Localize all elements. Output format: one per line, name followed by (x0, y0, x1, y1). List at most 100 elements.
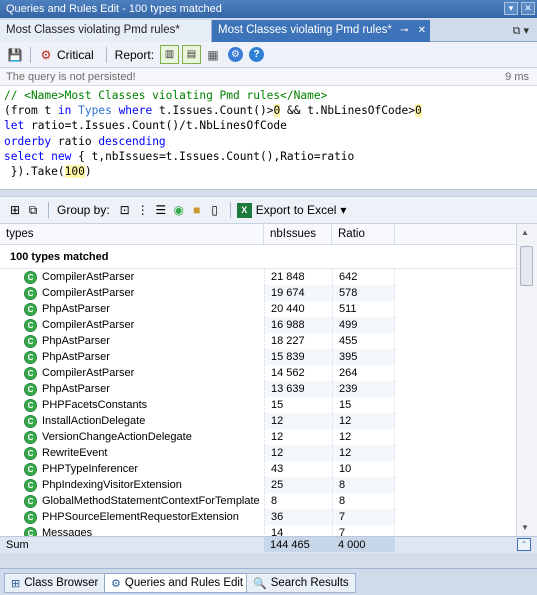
table-row[interactable]: C PhpAstParser 20 440 511 (0, 301, 516, 317)
scroll-up-icon[interactable]: ▲ (521, 228, 529, 237)
table-row[interactable]: C InstallActionDelegate 12 12 (0, 413, 516, 429)
type-name: PhpAstParser (42, 303, 110, 315)
rule-settings-icon[interactable]: ⚙ (228, 47, 244, 62)
ratio-cell: 12 (332, 445, 395, 461)
pin-icon[interactable]: ⊸ (400, 25, 408, 36)
scroll-thumb[interactable] (520, 246, 533, 286)
group-folder-icon[interactable]: ■ (188, 201, 206, 219)
type-name: CompilerAstParser (42, 271, 135, 283)
table-row[interactable]: C CompilerAstParser 21 848 642 (0, 269, 516, 285)
class-icon: C (24, 270, 37, 284)
ratio-cell: 10 (332, 461, 395, 477)
collapse-up-icon[interactable]: ⌃ (517, 538, 531, 551)
results-grid: types nbIssues Ratio 100 types matched C… (0, 224, 516, 536)
table-row[interactable]: C CompilerAstParser 19 674 578 (0, 285, 516, 301)
report-settings-icon[interactable]: ▦ (204, 46, 222, 64)
persist-warning: The query is not persisted! (6, 71, 136, 83)
tab-class-browser[interactable]: ⊞ Class Browser (4, 573, 106, 593)
tab-list-menu-icon[interactable]: ⧉ ▾ (513, 24, 529, 38)
class-icon: C (24, 430, 37, 444)
ratio-cell: 511 (332, 301, 395, 317)
tab-search-results[interactable]: 🔍 Search Results (246, 573, 356, 593)
scroll-down-icon[interactable]: ▼ (521, 523, 529, 532)
table-row[interactable]: C Messages 14 7 (0, 525, 516, 536)
table-row[interactable]: C VersionChangeActionDelegate 12 12 (0, 429, 516, 445)
group-type-icon[interactable]: ☰ (152, 201, 170, 219)
nbissues-cell: 43 (264, 461, 332, 477)
table-row[interactable]: C CompilerAstParser 16 988 499 (0, 317, 516, 333)
nbissues-cell: 36 (264, 509, 332, 525)
save-icon[interactable]: 💾 (6, 46, 24, 64)
tab-query-active[interactable]: Most Classes violating Pmd rules* ⊸ ✕ (212, 20, 430, 42)
toolbar-separator (30, 46, 31, 63)
class-browser-icon: ⊞ (11, 577, 21, 590)
type-name: GlobalMethodStatementContextForTemplate (42, 495, 260, 507)
table-row[interactable]: C PHPSourceElementRequestorExtension 36 7 (0, 509, 516, 525)
class-icon: C (24, 350, 37, 364)
nbissues-cell: 13 639 (264, 381, 332, 397)
type-cell: C CompilerAstParser (22, 269, 264, 285)
type-name: PhpAstParser (42, 335, 110, 347)
type-cell: C CompilerAstParser (22, 365, 264, 381)
gear-icon: ⚙ (111, 577, 121, 590)
critical-label[interactable]: Critical (57, 48, 94, 62)
report-chart-icon[interactable]: ▥ (160, 45, 180, 64)
type-name: CompilerAstParser (42, 319, 135, 331)
column-header-nbissues[interactable]: nbIssues (264, 224, 332, 245)
type-cell: C InstallActionDelegate (22, 413, 264, 429)
group-file-icon[interactable]: ▯ (206, 201, 224, 219)
group-namespace-icon[interactable]: ⋮ (134, 201, 152, 219)
table-row[interactable]: C GlobalMethodStatementContextForTemplate… (0, 493, 516, 509)
expand-all-icon[interactable]: ⊞ (6, 201, 24, 219)
table-row[interactable]: C PhpAstParser 15 839 395 (0, 349, 516, 365)
ratio-cell: 15 (332, 397, 395, 413)
bottom-tabstrip: ⊞ Class Browser ⚙ Queries and Rules Edit… (0, 568, 537, 595)
window-controls: ▾ ✕ (504, 2, 535, 15)
results-toolbar: ⊞ ⧉ Group by: ⊡ ⋮ ☰ ◉ ■ ▯ X Export to Ex… (0, 196, 537, 224)
type-cell: C PhpIndexingVisitorExtension (22, 477, 264, 493)
toolbar-separator (229, 202, 231, 218)
dropdown-icon[interactable]: ▾ (504, 2, 518, 15)
tab-label: Most Classes violating Pmd rules* (6, 24, 180, 36)
nbissues-cell: 19 674 (264, 285, 332, 301)
tab-query-inactive[interactable]: Most Classes violating Pmd rules* (0, 20, 212, 42)
table-row[interactable]: C PHPFacetsConstants 15 15 (0, 397, 516, 413)
window-title: Queries and Rules Edit - 100 types match… (6, 3, 222, 15)
table-row[interactable]: C RewriteEvent 12 12 (0, 445, 516, 461)
nbissues-cell: 20 440 (264, 301, 332, 317)
nbissues-cell: 8 (264, 493, 332, 509)
collapse-all-icon[interactable]: ⧉ (24, 201, 42, 219)
class-icon: C (24, 302, 37, 316)
type-cell: C VersionChangeActionDelegate (22, 429, 264, 445)
class-icon: C (24, 462, 37, 476)
window-titlebar: Queries and Rules Edit - 100 types match… (0, 0, 537, 18)
query-editor[interactable]: // <Name>Most Classes violating Pmd rule… (0, 86, 537, 190)
close-icon[interactable]: ✕ (521, 2, 535, 15)
critical-rule-icon[interactable]: ⚙ (37, 46, 55, 64)
export-excel-button[interactable]: X Export to Excel ▾ (236, 202, 346, 218)
table-row[interactable]: C CompilerAstParser 14 562 264 (0, 365, 516, 381)
sum-nbissues: 144 465 (264, 537, 332, 552)
ratio-cell: 264 (332, 365, 395, 381)
type-name: PHPTypeInferencer (42, 463, 138, 475)
help-icon[interactable]: ? (249, 47, 265, 62)
results-scrollbar[interactable]: ▲ ▼ (516, 224, 537, 536)
tab-queries-rules-edit[interactable]: ⚙ Queries and Rules Edit (104, 573, 251, 593)
table-row[interactable]: C PhpAstParser 13 639 239 (0, 381, 516, 397)
table-row[interactable]: C PHPTypeInferencer 43 10 (0, 461, 516, 477)
type-cell: C PhpAstParser (22, 349, 264, 365)
group-assembly-icon[interactable]: ⊡ (116, 201, 134, 219)
report-list-icon[interactable]: ▤ (182, 45, 202, 64)
class-icon: C (24, 286, 37, 300)
tab-close-icon[interactable]: ✕ (418, 25, 426, 36)
table-row[interactable]: C PhpAstParser 18 227 455 (0, 333, 516, 349)
column-header-ratio[interactable]: Ratio (332, 224, 395, 245)
type-name: PhpAstParser (42, 383, 110, 395)
result-rows: C CompilerAstParser 21 848 642 C CompilerAstP… (0, 269, 516, 536)
type-cell: C PHPSourceElementRequestorExtension (22, 509, 264, 525)
column-header-types[interactable]: types (0, 224, 264, 245)
table-row[interactable]: C PhpIndexingVisitorExtension 25 8 (0, 477, 516, 493)
group-header-row[interactable]: 100 types matched (0, 245, 516, 269)
group-class-icon[interactable]: ◉ (170, 201, 188, 219)
toolbar-separator (48, 202, 49, 218)
